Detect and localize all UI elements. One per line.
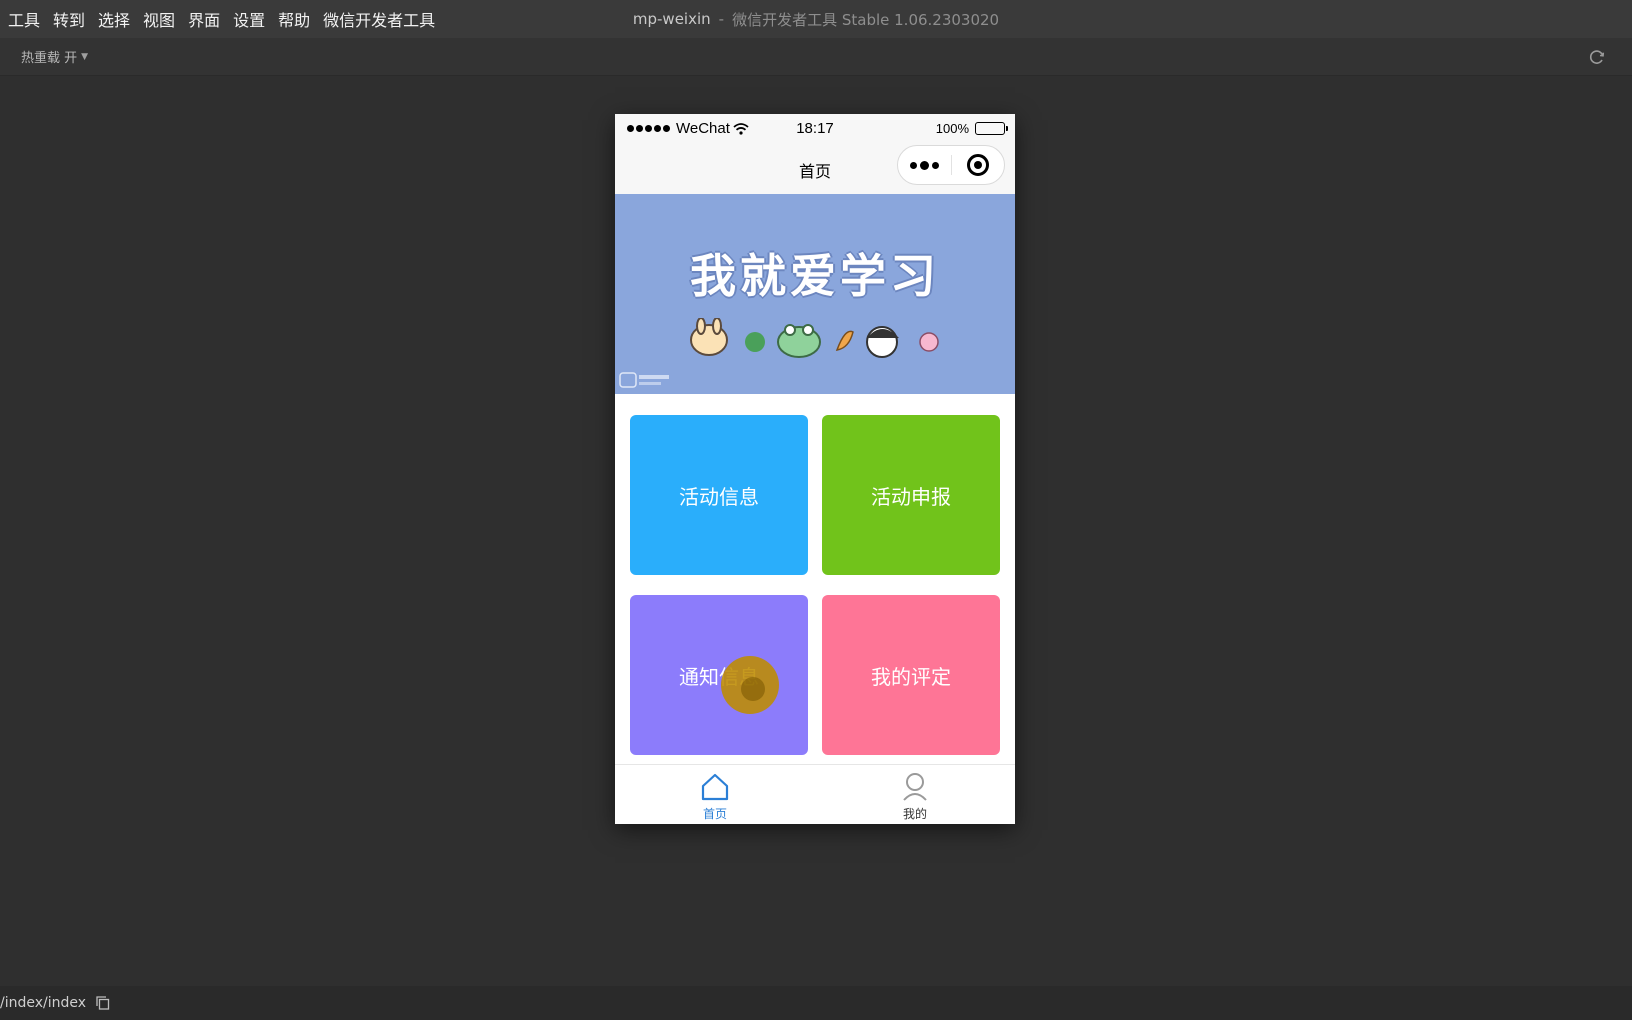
- watermark-logo-icon: [619, 372, 669, 388]
- hot-reload-label: 热重载 开: [21, 51, 78, 66]
- copy-icon[interactable]: [96, 996, 110, 1010]
- tab-label-home: 首页: [702, 807, 727, 821]
- toolbar: 热重载 开 ▼: [0, 38, 1632, 76]
- menu-devtools[interactable]: 微信开发者工具: [323, 7, 435, 31]
- simulator-screen: WeChat 18:17 100% 首页 我就爱学习 活动信息 活动申报 通知信…: [615, 114, 1015, 824]
- activity-info-card[interactable]: 活动信息: [630, 415, 808, 575]
- target-icon: [966, 154, 989, 176]
- main-menu: 工具 转到 选择 视图 界面 设置 帮助 微信开发者工具: [0, 7, 448, 31]
- menu-bar: 工具 转到 选择 视图 界面 设置 帮助 微信开发者工具: [0, 0, 1632, 38]
- banner-title: 我就爱学习: [690, 249, 940, 303]
- hot-reload-toggle[interactable]: 热重载 开 ▼: [21, 47, 88, 66]
- capsule-menu: [897, 145, 1005, 185]
- tab-home[interactable]: 首页: [615, 765, 815, 824]
- card-label: 活动信息: [679, 484, 759, 509]
- menu-settings[interactable]: 设置: [233, 7, 265, 31]
- tab-label-mine: 我的: [902, 807, 927, 821]
- banner-image[interactable]: 我就爱学习: [615, 194, 1015, 394]
- cartoon-stickers-icon: [690, 318, 939, 358]
- menu-goto[interactable]: 转到: [53, 7, 85, 31]
- home-icon: [701, 773, 729, 801]
- menu-grid: 活动信息 活动申报 通知信息 我的评定: [630, 415, 1000, 755]
- user-icon: [903, 773, 927, 801]
- bottom-status-bar: /index/index: [0, 986, 1632, 1020]
- card-label: 通知信息: [679, 664, 759, 689]
- page-path: /index/index: [0, 995, 87, 1011]
- nav-bar: 首页: [615, 144, 1015, 194]
- menu-help[interactable]: 帮助: [278, 7, 310, 31]
- tab-mine[interactable]: 我的: [815, 765, 1015, 824]
- card-label: 我的评定: [871, 664, 951, 689]
- phone-status-bar: WeChat 18:17 100%: [615, 114, 1015, 144]
- my-evaluation-card[interactable]: 我的评定: [822, 595, 1000, 755]
- battery-percent: 100%: [935, 121, 969, 136]
- refresh-icon[interactable]: [1588, 48, 1606, 66]
- more-dots-icon[interactable]: [898, 146, 951, 184]
- card-label: 活动申报: [871, 484, 951, 509]
- activity-apply-card[interactable]: 活动申报: [822, 415, 1000, 575]
- close-miniprogram-button[interactable]: [952, 146, 1004, 184]
- menu-select[interactable]: 选择: [98, 7, 130, 31]
- tab-bar: 首页 我的: [615, 764, 1015, 824]
- battery-icon: [975, 122, 1008, 135]
- menu-tools[interactable]: 工具: [8, 7, 40, 31]
- caret-down-icon: ▼: [81, 51, 89, 62]
- notice-info-card[interactable]: 通知信息: [630, 595, 808, 755]
- menu-interface[interactable]: 界面: [188, 7, 220, 31]
- menu-view[interactable]: 视图: [143, 7, 175, 31]
